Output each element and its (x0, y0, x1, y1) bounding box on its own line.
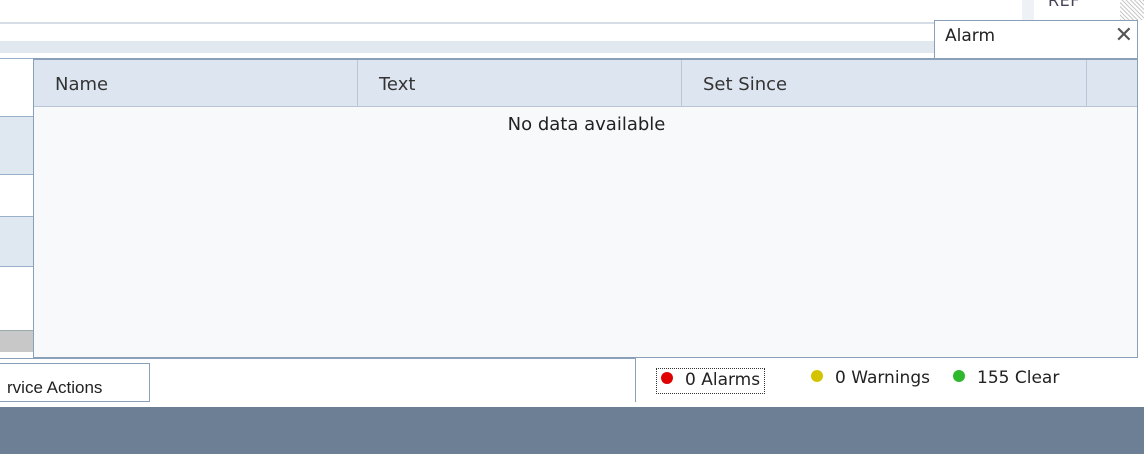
column-header-spacer (1087, 60, 1137, 107)
alarm-popup-title: Alarm (945, 26, 996, 46)
background-toolbar-band (0, 41, 1000, 53)
column-header-set-since[interactable]: Set Since (682, 60, 1087, 107)
alarm-table-panel: Name Text Set Since No data available (33, 58, 1138, 358)
empty-state-message: No data available (507, 114, 666, 135)
alarms-count-label: 0 Alarms (685, 370, 761, 390)
bottom-status-band (0, 407, 1144, 454)
background-list-strip (0, 58, 34, 358)
warnings-count-label: 0 Warnings (835, 368, 930, 388)
yellow-status-dot-icon (811, 370, 823, 382)
footer-bar: rvice Actions 0 Alarms 0 Warnings 155 Cl… (0, 358, 1144, 407)
alarm-popup-tab: Alarm ✕ (934, 20, 1138, 58)
background-divider (0, 22, 1000, 24)
background-row (0, 58, 34, 116)
column-header-text[interactable]: Text (358, 60, 682, 107)
resize-grip[interactable] (1120, 0, 1144, 20)
alarm-status-summary: 0 Alarms 0 Warnings 155 Clear (635, 358, 1140, 402)
close-icon[interactable]: ✕ (1115, 25, 1133, 47)
clear-count-label: 155 Clear (977, 368, 1060, 388)
background-row (0, 116, 34, 174)
column-header-name[interactable]: Name (34, 60, 358, 107)
background-row (0, 266, 34, 326)
alarms-status[interactable]: 0 Alarms (656, 368, 766, 394)
background-scrollbar (0, 330, 34, 352)
green-status-dot-icon (953, 370, 965, 382)
red-status-dot-icon (661, 372, 673, 384)
clear-status[interactable]: 155 Clear (953, 368, 1059, 394)
background-partial-label: REF (1048, 0, 1080, 10)
background-column-divider (1022, 0, 1034, 22)
service-actions-button[interactable]: rvice Actions (0, 363, 150, 402)
background-row (0, 216, 34, 266)
warnings-status[interactable]: 0 Warnings (811, 368, 930, 394)
alarm-table-header: Name Text Set Since (34, 60, 1137, 107)
